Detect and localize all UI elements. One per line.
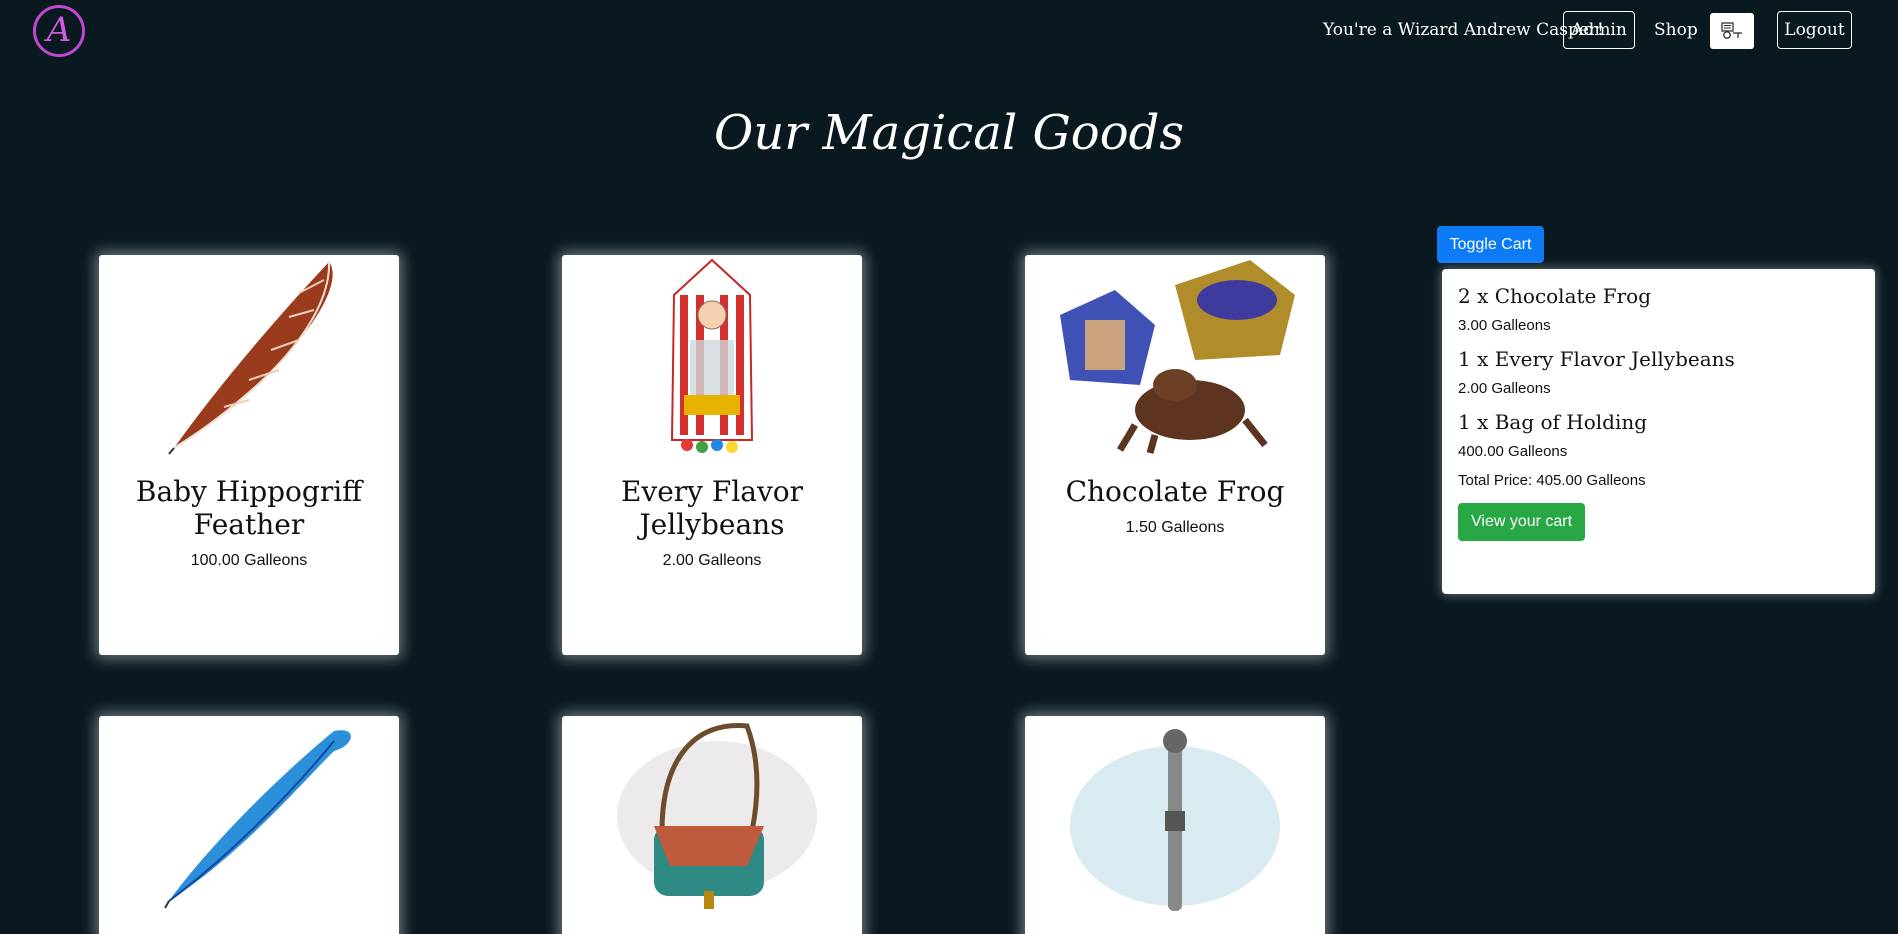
product-card[interactable]: Chocolate Frog 1.50 Galleons xyxy=(1025,255,1325,655)
cart-icon xyxy=(1721,22,1742,39)
blue-feather-image xyxy=(164,730,351,909)
cart-panel: 2 x Chocolate Frog 3.00 Galleons 1 x Eve… xyxy=(1442,269,1875,594)
product-price: 1.50 Galleons xyxy=(1125,519,1225,536)
product-image xyxy=(99,716,399,916)
product-image xyxy=(99,255,399,455)
cart-item-name: 2 x Chocolate Frog xyxy=(1458,284,1652,308)
cart-total: Total Price: 405.00 Galleons xyxy=(1458,472,1646,489)
admin-button[interactable]: Admin xyxy=(1563,11,1635,49)
product-name: Baby Hippogriff Feather xyxy=(135,475,363,541)
chocolate-frog-image xyxy=(1060,260,1295,454)
product-card[interactable] xyxy=(1025,716,1325,934)
product-image xyxy=(562,716,862,916)
product-image xyxy=(562,255,862,455)
product-name: Chocolate Frog xyxy=(1065,475,1285,508)
toggle-cart-button[interactable]: Toggle Cart xyxy=(1437,226,1544,263)
cart-item: 2 x Chocolate Frog 3.00 Galleons xyxy=(1458,283,1859,334)
cart-item: 1 x Bag of Holding 400.00 Galleons xyxy=(1458,409,1859,460)
product-card[interactable]: Every Flavor Jellybeans 2.00 Galleons xyxy=(562,255,862,655)
cart-item: 1 x Every Flavor Jellybeans 2.00 Galleon… xyxy=(1458,346,1859,397)
cart-item-name: 1 x Bag of Holding xyxy=(1458,410,1648,434)
product-image xyxy=(1025,255,1325,455)
cart-item-price: 400.00 Galleons xyxy=(1458,443,1568,460)
cart-item-name: 1 x Every Flavor Jellybeans xyxy=(1458,347,1735,371)
view-cart-button[interactable]: View your cart xyxy=(1458,503,1586,541)
product-card[interactable] xyxy=(99,716,399,934)
user-greeting: You're a Wizard Andrew Casper! xyxy=(1323,20,1604,40)
page-title: Our Magical Goods xyxy=(714,105,1184,161)
shop-link[interactable]: Shop xyxy=(1654,20,1698,40)
product-name: Every Flavor Jellybeans xyxy=(620,475,804,541)
cart-item-price: 3.00 Galleons xyxy=(1458,317,1551,334)
cart-button[interactable] xyxy=(1710,13,1754,49)
jellybean-box-image xyxy=(670,258,754,453)
feather-image xyxy=(168,261,333,455)
product-card[interactable]: Baby Hippogriff Feather 100.00 Galleons xyxy=(99,255,399,655)
product-price: 2.00 Galleons xyxy=(662,552,762,569)
bag-image xyxy=(617,723,817,909)
cart-item-price: 2.00 Galleons xyxy=(1458,380,1551,397)
wand-image xyxy=(1070,729,1280,911)
product-price: 100.00 Galleons xyxy=(190,552,308,569)
product-image xyxy=(1025,716,1325,916)
shop-page: A You're a Wizard Andrew Casper! Admin S… xyxy=(0,0,1898,934)
product-card[interactable] xyxy=(562,716,862,934)
site-logo[interactable]: A xyxy=(33,5,85,57)
logout-button[interactable]: Logout xyxy=(1777,11,1852,49)
